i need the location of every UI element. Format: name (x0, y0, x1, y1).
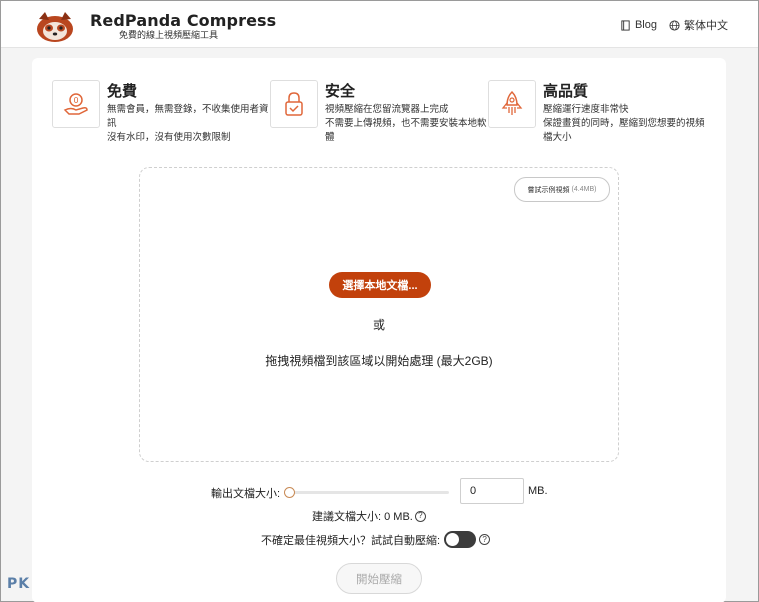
main-card: 0 免費 無需會員，無需登錄，不收集使用者資訊 沒有水印，沒有使用次數限制 安全… (32, 58, 726, 602)
try-sample-size: (4.4MB) (571, 186, 597, 193)
auto-compress-row: 不確定最佳視頻大小？試試自動壓縮: ? (261, 531, 491, 548)
output-size-unit: MB. (528, 485, 548, 497)
nav-language-label: 繁体中文 (684, 20, 728, 32)
free-hand-icon: 0 (63, 93, 88, 115)
suggest-help-icon[interactable]: ? (414, 510, 426, 522)
try-sample-button[interactable]: 嘗試示例視頻 (4.4MB) (514, 177, 610, 202)
feature-free-icon-box: 0 (52, 80, 100, 128)
feature-quality-desc: 壓縮運行速度非常快 保證畫質的同時，壓縮到您想要的視頻檔大小 (543, 104, 705, 143)
lock-icon (285, 92, 303, 116)
book-icon (621, 19, 630, 31)
output-size-input[interactable] (460, 478, 524, 504)
nav-blog-label: Blog (634, 19, 657, 31)
auto-compress-label: 不確定最佳視頻大小？試試自動壓縮: (261, 534, 441, 547)
output-size-row: 輸出文檔大小: MB. (211, 478, 571, 504)
svg-text:0: 0 (73, 96, 78, 105)
auto-compress-toggle[interactable] (444, 531, 477, 548)
start-compress-button[interactable]: 開始壓縮 (336, 563, 422, 594)
rocket-icon (501, 90, 523, 115)
feature-secure-icon-box (270, 80, 318, 128)
drag-drop-hint: 拖拽視頻檔到該區域以開始處理 (最大2GB) (265, 354, 493, 368)
video-dropzone[interactable]: 嘗試示例視頻 (4.4MB) 選擇本地文檔... 或 拖拽視頻檔到該區域以開始處… (139, 167, 619, 462)
auto-help-icon[interactable]: ? (479, 534, 491, 545)
nav-blog[interactable]: Blog (620, 17, 657, 33)
feature-free-title: 免費 (107, 83, 138, 100)
globe-icon (669, 19, 680, 31)
suggested-size: 建議文檔大小: 0 MB. ? (312, 508, 426, 524)
output-size-slider-thumb[interactable] (284, 487, 295, 498)
feature-quality-icon-box (488, 80, 536, 128)
feature-secure-desc: 視頻壓縮在您留流覽器上完成 不需要上傳視頻，也不需要安裝本地軟體 (325, 104, 487, 143)
nav-language[interactable]: 繁体中文 (669, 17, 728, 33)
suggested-size-text: 建議文檔大小: 0 MB. (312, 511, 413, 523)
feature-quality-title: 高品質 (543, 83, 589, 100)
top-nav: Blog 繁体中文 (620, 17, 728, 33)
watermark-logo: PK (7, 576, 31, 592)
brand-subtitle: 免費的線上視頻壓縮工具 (119, 30, 219, 40)
select-local-file-button[interactable]: 選擇本地文檔... (329, 272, 431, 298)
or-text: 或 (372, 318, 385, 332)
red-panda-logo-icon[interactable] (33, 9, 77, 43)
feature-secure-title: 安全 (325, 83, 356, 100)
feature-free-desc: 無需會員，無需登錄，不收集使用者資訊 沒有水印，沒有使用次數限制 (107, 104, 269, 143)
output-size-slider-track[interactable] (289, 491, 449, 494)
try-sample-label: 嘗試示例視頻 (527, 186, 570, 194)
output-size-label: 輸出文檔大小: (211, 488, 281, 500)
header: RedPanda Compress 免費的線上視頻壓縮工具 Blog 繁体中文 (1, 1, 758, 48)
